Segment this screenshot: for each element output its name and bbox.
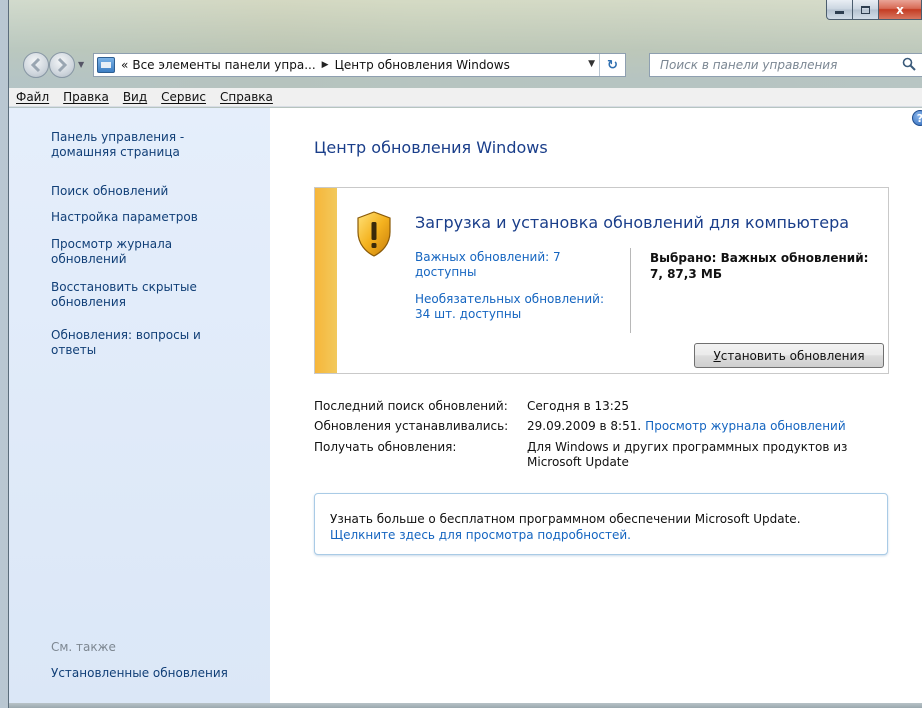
help-icon[interactable]: ? [912,110,922,126]
refresh-icon: ↻ [607,57,618,73]
last-check-value: Сегодня в 13:25 [527,399,630,413]
sidebar-link-change-settings[interactable]: Настройка параметров [51,210,251,225]
warning-shield-icon [357,211,391,257]
close-icon: x [896,2,904,17]
promo-details-link[interactable]: Щелкните здесь для просмотра подробносте… [330,528,631,542]
menu-file[interactable]: Файл [9,90,56,104]
close-button[interactable]: x [879,0,922,20]
sidebar-link-control-panel-home[interactable]: Панель управления - домашняя страница [51,130,251,160]
caption-buttons: x [826,0,922,20]
forward-arrow-icon [57,57,68,73]
address-bar[interactable]: « Все элементы панели упра... ▶ Центр об… [93,53,626,77]
minimize-button[interactable] [826,0,853,20]
search-input[interactable]: Поиск в панели управления [649,53,922,77]
search-icon[interactable] [902,57,916,71]
menu-view[interactable]: Вид [116,90,154,104]
page-title: Центр обновления Windows [314,138,548,157]
install-button-label: становить обновления [720,348,865,363]
content-area: Панель управления - домашняя страница По… [9,108,922,708]
sidebar-link-restore-hidden[interactable]: Восстановить скрытые обновления [51,280,211,310]
sidebar: Панель управления - домашняя страница По… [9,108,270,704]
breadcrumb-arrow-icon[interactable]: ▶ [322,60,329,70]
receive-label: Получать обновления: [314,440,457,454]
sidebar-link-update-history[interactable]: Просмотр журнала обновлений [51,237,211,267]
optional-updates-link[interactable]: Необязательных обновлений: 34 шт. доступ… [415,292,615,322]
address-chevron-down-icon[interactable]: ▼ [588,59,595,69]
minimize-icon [835,11,844,14]
menu-help[interactable]: Справка [213,90,280,104]
installed-value-wrap: 29.09.2009 в 8:51. Просмотр журнала обнов… [527,419,867,434]
forward-button[interactable] [49,52,75,78]
refresh-button[interactable]: ↻ [599,54,625,76]
microsoft-update-promo: Узнать больше о бесплатном программном о… [314,493,888,555]
recent-pages-chevron-down-icon[interactable]: ▼ [78,60,84,69]
window: x ▼ « Все элементы панели упра... ▶ Цент… [8,0,922,708]
maximize-button[interactable] [853,0,879,20]
back-arrow-icon [30,57,41,73]
update-status-panel: Загрузка и установка обновлений для комп… [314,187,889,374]
title-bar[interactable]: x [9,0,922,40]
installed-value: 29.09.2009 в 8:51. [527,419,642,433]
see-also-label: См. также [51,640,116,654]
sidebar-link-faq[interactable]: Обновления: вопросы и ответы [51,328,221,358]
menu-bar: Файл Правка Вид Сервис Справка [9,88,922,107]
selected-updates-summary: Выбрано: Важных обновлений: 7, 87,3 МБ [650,251,869,281]
last-check-label: Последний поиск обновлений: [314,399,508,413]
maximize-icon [861,5,870,14]
install-button-accesskey: У [713,348,721,363]
breadcrumb-all-items[interactable]: Все элементы панели упра... [132,58,315,72]
navigation-bar: ▼ « Все элементы панели упра... ▶ Центр … [9,46,922,82]
sidebar-link-check-updates[interactable]: Поиск обновлений [51,184,251,199]
receive-value: Для Windows и других программных продукт… [527,440,848,469]
sidebar-link-installed-updates[interactable]: Установленные обновления [51,666,251,681]
history-link[interactable]: Просмотр журнала обновлений [645,419,845,433]
panel-title: Загрузка и установка обновлений для комп… [415,213,850,232]
menu-edit[interactable]: Правка [56,90,116,104]
main-panel: ? Центр обновления Windows [270,108,922,708]
search-placeholder: Поиск в панели управления [660,58,838,72]
control-panel-icon [97,57,115,73]
warning-stripe [315,188,337,373]
breadcrumb-windows-update[interactable]: Центр обновления Windows [335,58,510,72]
panel-divider [630,248,631,333]
window-bottom-border [9,703,922,708]
important-updates-link[interactable]: Важных обновлений: 7 доступны [415,250,595,280]
install-updates-button[interactable]: Установить обновления [694,343,884,368]
promo-text: Узнать больше о бесплатном программном о… [330,512,801,526]
menu-tools[interactable]: Сервис [154,90,213,104]
breadcrumb-overflow[interactable]: « [121,58,128,72]
back-button[interactable] [23,52,49,78]
installed-label: Обновления устанавливались: [314,419,509,433]
